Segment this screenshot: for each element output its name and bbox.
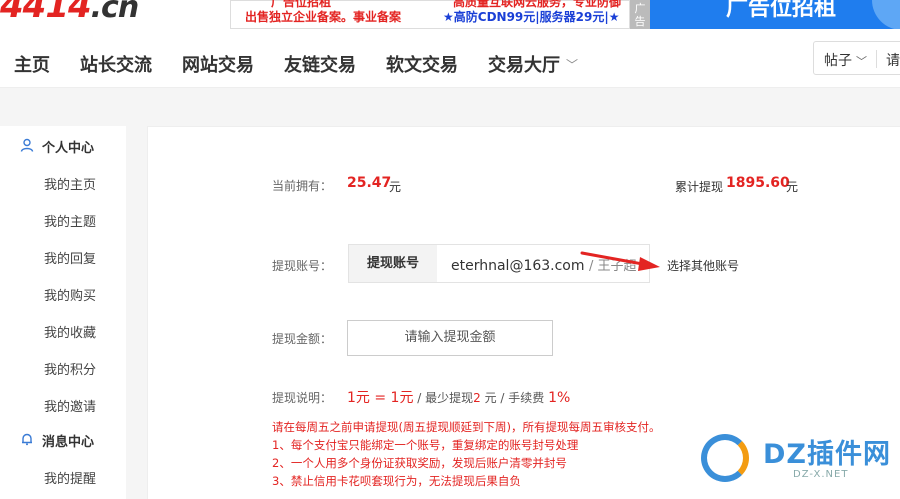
ad-tag: 广告 bbox=[630, 0, 650, 29]
main-nav: 主页 站长交流 网站交易 友链交易 软文交易 交易大厅 ﹀ 帖子 ﹀ 请 bbox=[0, 30, 900, 88]
account-tab[interactable]: 提现账号 bbox=[349, 245, 437, 282]
balance-value: 25.47 bbox=[347, 175, 392, 191]
total-withdraw-value: 1895.60 bbox=[726, 175, 790, 191]
top-banner: 4414.cn 广告位招租 出售独立企业备案。事业备案 高质量互联网云服务，专业… bbox=[0, 0, 900, 30]
balance-unit: 元 bbox=[389, 180, 402, 194]
ad-decor-circle bbox=[872, 0, 900, 29]
ad-banner-text[interactable]: 广告位招租 出售独立企业备案。事业备案 高质量互联网云服务，专业防御 ★高防CD… bbox=[230, 0, 630, 29]
watermark: DZ插件网 DZ-X.NET bbox=[695, 428, 895, 488]
search-divider bbox=[876, 50, 877, 68]
choose-other-account-link[interactable]: 选择其他账号 bbox=[667, 257, 739, 274]
withdraw-rule: 1元 = 1元 / 最少提现2 元 / 手续费 1% bbox=[347, 390, 571, 406]
withdraw-note-3: 3、禁止信用卡花呗套现行为，无法提现后果自负 bbox=[272, 474, 521, 488]
sidebar-item-threads[interactable]: 我的主题 bbox=[44, 211, 96, 230]
ad-banner-blue[interactable]: 广告位招租 bbox=[650, 0, 900, 29]
withdraw-amount-input[interactable]: 请输入提现金额 bbox=[347, 320, 553, 356]
sidebar-item-home[interactable]: 我的主页 bbox=[44, 174, 96, 193]
search-box[interactable]: 帖子 ﹀ 请 bbox=[813, 41, 900, 75]
site-logo[interactable]: 4414.cn bbox=[0, 0, 139, 26]
watermark-logo-icon bbox=[701, 434, 749, 482]
chevron-down-icon: ﹀ bbox=[566, 58, 579, 72]
sidebar-item-reminders[interactable]: 我的提醒 bbox=[44, 468, 96, 487]
account-label: 提现账号： bbox=[272, 259, 333, 273]
nav-trade-hall[interactable]: 交易大厅 ﹀ bbox=[488, 51, 578, 77]
bell-icon bbox=[20, 432, 36, 450]
nav-home[interactable]: 主页 bbox=[14, 51, 50, 77]
nav-site-trade[interactable]: 网站交易 bbox=[182, 51, 254, 77]
chevron-down-icon: ﹀ bbox=[856, 55, 867, 68]
withdraw-note-2: 2、一个人用多个身份证获取奖励，发现后账户清零并封号 bbox=[272, 456, 567, 470]
sidebar-item-replies[interactable]: 我的回复 bbox=[44, 248, 96, 267]
sidebar-section-profile: 个人中心 bbox=[20, 137, 94, 156]
sidebar-item-favorites[interactable]: 我的收藏 bbox=[44, 322, 96, 341]
nav-article-trade[interactable]: 软文交易 bbox=[386, 51, 458, 77]
search-input[interactable]: 请 bbox=[886, 50, 900, 70]
nav-webmaster[interactable]: 站长交流 bbox=[80, 51, 152, 77]
rule-label: 提现说明： bbox=[272, 391, 333, 405]
sidebar-item-purchases[interactable]: 我的购买 bbox=[44, 285, 96, 304]
user-icon bbox=[20, 138, 36, 156]
withdraw-note-1: 1、每个支付宝只能绑定一个账号，重复绑定的账号封号处理 bbox=[272, 438, 579, 452]
sidebar-item-points[interactable]: 我的积分 bbox=[44, 359, 96, 378]
search-type-select[interactable]: 帖子 ﹀ bbox=[824, 50, 867, 70]
total-withdraw-label: 累计提现 bbox=[675, 180, 724, 194]
balance-label: 当前拥有： bbox=[272, 179, 333, 193]
sidebar-section-messages: 消息中心 bbox=[20, 431, 94, 450]
nav-link-trade[interactable]: 友链交易 bbox=[284, 51, 356, 77]
arrow-annotation-icon bbox=[580, 251, 660, 271]
sidebar: 个人中心 我的主页 我的主题 我的回复 我的购买 我的收藏 我的积分 我的邀请 … bbox=[0, 126, 126, 499]
amount-label: 提现金额： bbox=[272, 332, 333, 346]
sidebar-item-invites[interactable]: 我的邀请 bbox=[44, 396, 96, 415]
total-withdraw-unit: 元 bbox=[786, 180, 799, 194]
withdraw-note-0: 请在每周五之前申请提现(周五提现顺延到下周)，所有提现每周五审核支付。 bbox=[272, 420, 661, 434]
